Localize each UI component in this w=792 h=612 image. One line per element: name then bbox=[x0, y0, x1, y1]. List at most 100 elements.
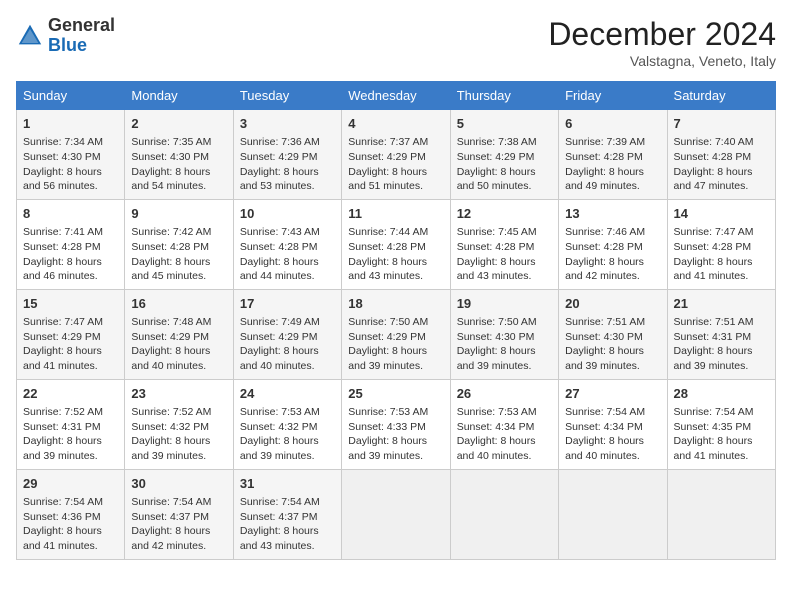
day-info: Sunrise: 7:47 AMSunset: 4:29 PMDaylight:… bbox=[23, 315, 118, 374]
calendar-day-cell: 5 Sunrise: 7:38 AMSunset: 4:29 PMDaylight… bbox=[450, 110, 558, 200]
day-info: Sunrise: 7:50 AMSunset: 4:30 PMDaylight:… bbox=[457, 315, 552, 374]
calendar-day-cell bbox=[450, 469, 558, 559]
day-number: 22 bbox=[23, 385, 118, 403]
day-number: 30 bbox=[131, 475, 226, 493]
logo: General Blue bbox=[16, 16, 115, 56]
day-number: 6 bbox=[565, 115, 660, 133]
day-number: 17 bbox=[240, 295, 335, 313]
calendar-day-cell: 21Sunrise: 7:51 AMSunset: 4:31 PMDayligh… bbox=[667, 289, 775, 379]
day-info: Sunrise: 7:53 AMSunset: 4:32 PMDaylight:… bbox=[240, 405, 335, 464]
calendar-day-cell: 27 Sunrise: 7:54 AMSunset: 4:34 PMDayligh… bbox=[559, 379, 667, 469]
day-info: Sunrise: 7:54 AMSunset: 4:35 PMDaylight:… bbox=[674, 405, 769, 464]
calendar-day-cell: 2 Sunrise: 7:35 AMSunset: 4:30 PMDaylight… bbox=[125, 110, 233, 200]
calendar-day-cell: 17 Sunrise: 7:49 AMSunset: 4:29 PMDayligh… bbox=[233, 289, 341, 379]
calendar-week-row: 22 Sunrise: 7:52 AMSunset: 4:31 PMDayligh… bbox=[17, 379, 776, 469]
calendar-day-cell: 25Sunrise: 7:53 AMSunset: 4:33 PMDayligh… bbox=[342, 379, 450, 469]
calendar-day-cell: 4 Sunrise: 7:37 AMSunset: 4:29 PMDaylight… bbox=[342, 110, 450, 200]
day-info: Sunrise: 7:46 AMSunset: 4:28 PMDaylight:… bbox=[565, 225, 660, 284]
day-info: Sunrise: 7:53 AMSunset: 4:33 PMDaylight:… bbox=[348, 405, 443, 464]
calendar-header-row: SundayMondayTuesdayWednesdayThursdayFrid… bbox=[17, 82, 776, 110]
day-number: 19 bbox=[457, 295, 552, 313]
calendar-day-cell: 12Sunrise: 7:45 AMSunset: 4:28 PMDayligh… bbox=[450, 199, 558, 289]
day-info: Sunrise: 7:44 AMSunset: 4:28 PMDaylight:… bbox=[348, 225, 443, 284]
weekday-header-sunday: Sunday bbox=[17, 82, 125, 110]
day-info: Sunrise: 7:54 AMSunset: 4:34 PMDaylight:… bbox=[565, 405, 660, 464]
calendar-day-cell: 14 Sunrise: 7:47 AMSunset: 4:28 PMDayligh… bbox=[667, 199, 775, 289]
weekday-header-saturday: Saturday bbox=[667, 82, 775, 110]
month-title: December 2024 bbox=[548, 16, 776, 53]
day-number: 10 bbox=[240, 205, 335, 223]
weekday-header-wednesday: Wednesday bbox=[342, 82, 450, 110]
calendar-day-cell: 16Sunrise: 7:48 AMSunset: 4:29 PMDayligh… bbox=[125, 289, 233, 379]
calendar-day-cell: 3Sunrise: 7:36 AMSunset: 4:29 PMDaylight… bbox=[233, 110, 341, 200]
day-number: 8 bbox=[23, 205, 118, 223]
day-number: 18 bbox=[348, 295, 443, 313]
calendar-week-row: 8 Sunrise: 7:41 AMSunset: 4:28 PMDaylight… bbox=[17, 199, 776, 289]
calendar-day-cell: 31Sunrise: 7:54 AMSunset: 4:37 PMDayligh… bbox=[233, 469, 341, 559]
day-info: Sunrise: 7:38 AMSunset: 4:29 PMDaylight:… bbox=[457, 135, 552, 194]
day-info: Sunrise: 7:54 AMSunset: 4:36 PMDaylight:… bbox=[23, 495, 118, 554]
day-number: 4 bbox=[348, 115, 443, 133]
day-info: Sunrise: 7:50 AMSunset: 4:29 PMDaylight:… bbox=[348, 315, 443, 374]
calendar-day-cell: 15 Sunrise: 7:47 AMSunset: 4:29 PMDayligh… bbox=[17, 289, 125, 379]
weekday-header-thursday: Thursday bbox=[450, 82, 558, 110]
calendar-body: 1 Sunrise: 7:34 AMSunset: 4:30 PMDaylight… bbox=[17, 110, 776, 560]
day-number: 13 bbox=[565, 205, 660, 223]
day-info: Sunrise: 7:54 AMSunset: 4:37 PMDaylight:… bbox=[240, 495, 335, 554]
day-number: 5 bbox=[457, 115, 552, 133]
weekday-header-monday: Monday bbox=[125, 82, 233, 110]
day-number: 24 bbox=[240, 385, 335, 403]
day-info: Sunrise: 7:52 AMSunset: 4:31 PMDaylight:… bbox=[23, 405, 118, 464]
page-header: General Blue December 2024 Valstagna, Ve… bbox=[16, 16, 776, 69]
calendar-day-cell: 28 Sunrise: 7:54 AMSunset: 4:35 PMDayligh… bbox=[667, 379, 775, 469]
day-number: 7 bbox=[674, 115, 769, 133]
day-number: 14 bbox=[674, 205, 769, 223]
calendar-day-cell: 30 Sunrise: 7:54 AMSunset: 4:37 PMDayligh… bbox=[125, 469, 233, 559]
day-number: 23 bbox=[131, 385, 226, 403]
calendar-day-cell: 24 Sunrise: 7:53 AMSunset: 4:32 PMDayligh… bbox=[233, 379, 341, 469]
day-info: Sunrise: 7:41 AMSunset: 4:28 PMDaylight:… bbox=[23, 225, 118, 284]
day-info: Sunrise: 7:53 AMSunset: 4:34 PMDaylight:… bbox=[457, 405, 552, 464]
day-info: Sunrise: 7:54 AMSunset: 4:37 PMDaylight:… bbox=[131, 495, 226, 554]
calendar-week-row: 29 Sunrise: 7:54 AMSunset: 4:36 PMDayligh… bbox=[17, 469, 776, 559]
day-number: 11 bbox=[348, 205, 443, 223]
weekday-header-tuesday: Tuesday bbox=[233, 82, 341, 110]
calendar-day-cell bbox=[342, 469, 450, 559]
day-info: Sunrise: 7:49 AMSunset: 4:29 PMDaylight:… bbox=[240, 315, 335, 374]
day-info: Sunrise: 7:37 AMSunset: 4:29 PMDaylight:… bbox=[348, 135, 443, 194]
day-info: Sunrise: 7:48 AMSunset: 4:29 PMDaylight:… bbox=[131, 315, 226, 374]
title-block: December 2024 Valstagna, Veneto, Italy bbox=[548, 16, 776, 69]
calendar-day-cell: 13 Sunrise: 7:46 AMSunset: 4:28 PMDayligh… bbox=[559, 199, 667, 289]
day-number: 28 bbox=[674, 385, 769, 403]
day-number: 15 bbox=[23, 295, 118, 313]
calendar-day-cell: 8 Sunrise: 7:41 AMSunset: 4:28 PMDaylight… bbox=[17, 199, 125, 289]
day-info: Sunrise: 7:47 AMSunset: 4:28 PMDaylight:… bbox=[674, 225, 769, 284]
calendar-day-cell: 11 Sunrise: 7:44 AMSunset: 4:28 PMDayligh… bbox=[342, 199, 450, 289]
day-number: 9 bbox=[131, 205, 226, 223]
day-info: Sunrise: 7:34 AMSunset: 4:30 PMDaylight:… bbox=[23, 135, 118, 194]
calendar-day-cell: 18 Sunrise: 7:50 AMSunset: 4:29 PMDayligh… bbox=[342, 289, 450, 379]
calendar-day-cell: 20Sunrise: 7:51 AMSunset: 4:30 PMDayligh… bbox=[559, 289, 667, 379]
day-info: Sunrise: 7:42 AMSunset: 4:28 PMDaylight:… bbox=[131, 225, 226, 284]
day-number: 21 bbox=[674, 295, 769, 313]
day-info: Sunrise: 7:36 AMSunset: 4:29 PMDaylight:… bbox=[240, 135, 335, 194]
calendar-day-cell: 9 Sunrise: 7:42 AMSunset: 4:28 PMDaylight… bbox=[125, 199, 233, 289]
calendar-day-cell: 29 Sunrise: 7:54 AMSunset: 4:36 PMDayligh… bbox=[17, 469, 125, 559]
day-info: Sunrise: 7:43 AMSunset: 4:28 PMDaylight:… bbox=[240, 225, 335, 284]
day-info: Sunrise: 7:39 AMSunset: 4:28 PMDaylight:… bbox=[565, 135, 660, 194]
day-info: Sunrise: 7:35 AMSunset: 4:30 PMDaylight:… bbox=[131, 135, 226, 194]
logo-icon bbox=[16, 22, 44, 50]
day-info: Sunrise: 7:52 AMSunset: 4:32 PMDaylight:… bbox=[131, 405, 226, 464]
day-number: 27 bbox=[565, 385, 660, 403]
calendar-day-cell bbox=[667, 469, 775, 559]
day-number: 1 bbox=[23, 115, 118, 133]
calendar-table: SundayMondayTuesdayWednesdayThursdayFrid… bbox=[16, 81, 776, 560]
calendar-day-cell: 26 Sunrise: 7:53 AMSunset: 4:34 PMDayligh… bbox=[450, 379, 558, 469]
day-number: 26 bbox=[457, 385, 552, 403]
calendar-week-row: 15 Sunrise: 7:47 AMSunset: 4:29 PMDayligh… bbox=[17, 289, 776, 379]
calendar-day-cell: 19 Sunrise: 7:50 AMSunset: 4:30 PMDayligh… bbox=[450, 289, 558, 379]
day-number: 2 bbox=[131, 115, 226, 133]
day-number: 12 bbox=[457, 205, 552, 223]
calendar-day-cell: 6 Sunrise: 7:39 AMSunset: 4:28 PMDaylight… bbox=[559, 110, 667, 200]
day-number: 29 bbox=[23, 475, 118, 493]
